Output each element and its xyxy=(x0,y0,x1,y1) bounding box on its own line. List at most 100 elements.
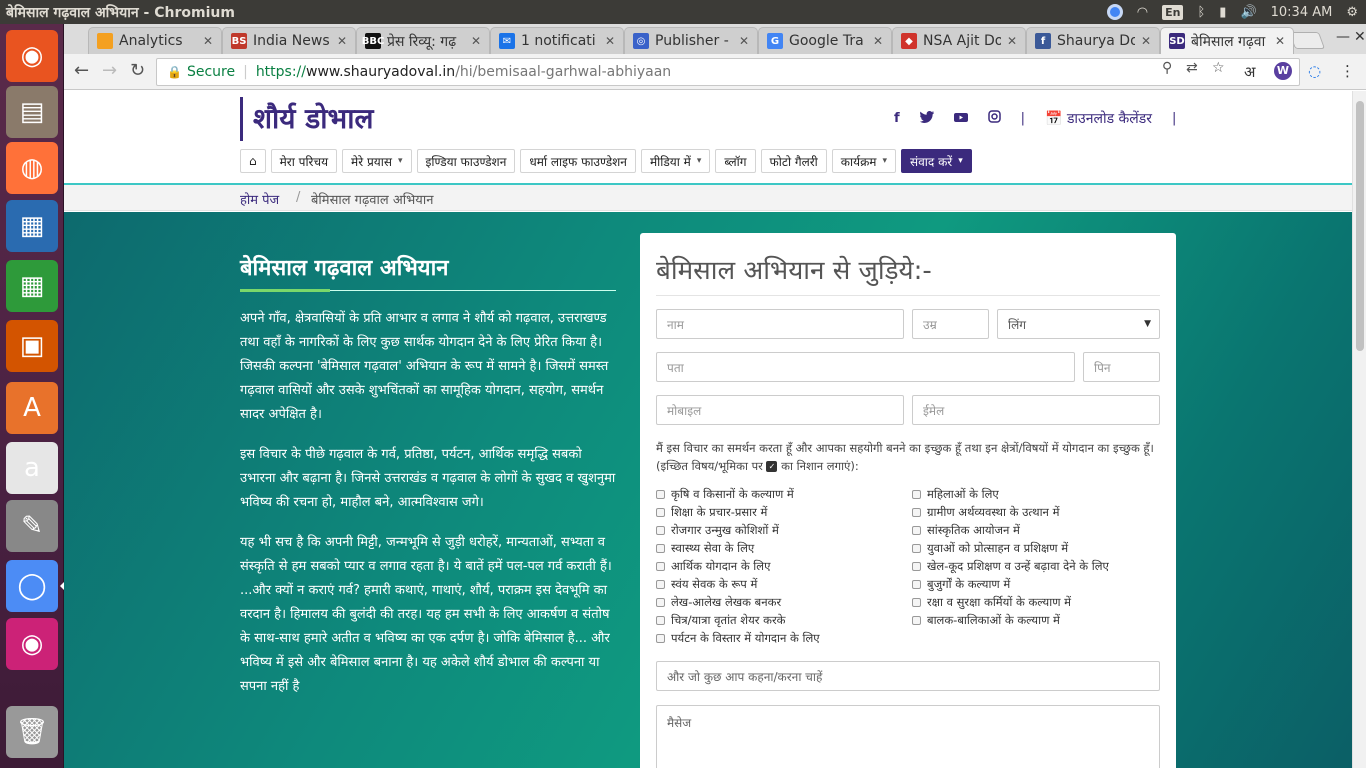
browser-tab[interactable]: Analytics ✕ xyxy=(88,27,222,54)
browser-tab[interactable]: SD बेमिसाल गढ़वा ✕ xyxy=(1160,27,1294,54)
checkbox[interactable] xyxy=(912,490,921,499)
translate-icon[interactable]: ⇄ xyxy=(1186,60,1198,76)
calc-icon[interactable]: ▦ xyxy=(6,260,58,312)
address-bar[interactable]: 🔒 Secure | https:// www.shauryadoval.in … xyxy=(156,58,1300,86)
menu-item[interactable]: ब्लॉग xyxy=(715,149,756,173)
amazon-icon[interactable]: a xyxy=(6,442,58,494)
message-textarea[interactable]: मैसेज xyxy=(656,705,1160,768)
battery-icon[interactable]: ▮ xyxy=(1219,5,1226,20)
interest-checkbox-item[interactable]: स्वास्थ्य सेवा के लिए xyxy=(656,541,754,556)
tab-close-icon[interactable]: ✕ xyxy=(873,34,883,48)
impress-icon[interactable]: ▣ xyxy=(6,320,58,372)
wifi-icon[interactable]: ◠ xyxy=(1137,5,1148,20)
volume-icon[interactable]: 🔊 xyxy=(1240,5,1256,20)
power-gear-icon[interactable]: ⚙ xyxy=(1346,5,1358,20)
browser-tab[interactable]: BBC प्रेस रिव्यू: गढ़ ✕ xyxy=(356,27,490,54)
checkbox[interactable] xyxy=(656,544,665,553)
email-field[interactable]: ईमेल xyxy=(912,395,1160,425)
checkbox[interactable] xyxy=(656,580,665,589)
bookmark-star-icon[interactable]: ☆ xyxy=(1212,60,1225,76)
youtube-icon[interactable] xyxy=(953,111,968,127)
menu-item[interactable]: संवाद करें ▾ xyxy=(901,149,972,173)
bluetooth-icon[interactable]: ᛒ xyxy=(1197,5,1205,20)
interest-checkbox-item[interactable]: सांस्कृतिक आयोजन में xyxy=(912,523,1020,538)
menu-home-button[interactable]: ⌂ xyxy=(240,149,266,173)
site-logo[interactable]: शौर्य डोभाल xyxy=(240,97,373,141)
tab-close-icon[interactable]: ✕ xyxy=(1141,34,1151,48)
menu-item[interactable]: धर्मा लाइफ फाउण्डेशन xyxy=(520,149,636,173)
tab-close-icon[interactable]: ✕ xyxy=(471,34,481,48)
interest-checkbox-item[interactable]: खेल-कूद प्रशिक्षण व उन्हें बढ़ावा देने क… xyxy=(912,559,1109,574)
browser-tab[interactable]: ✉ 1 notificati ✕ xyxy=(490,27,624,54)
suggestion-field[interactable]: और जो कुछ आप कहना/करना चाहें xyxy=(656,661,1160,691)
close-window-icon[interactable]: ✕ xyxy=(1354,29,1366,45)
browser-tab[interactable]: G Google Tra ✕ xyxy=(758,27,892,54)
interest-checkbox-item[interactable]: रक्षा व सुरक्षा कर्मियों के कल्याण में xyxy=(912,595,1071,610)
checkbox[interactable] xyxy=(656,634,665,643)
w-extension-icon[interactable]: W xyxy=(1274,62,1292,80)
interest-checkbox-item[interactable]: युवाओं को प्रोत्साहन व प्रशिक्षण में xyxy=(912,541,1068,556)
menu-item[interactable]: मेरे प्रयास ▾ xyxy=(342,149,412,173)
menu-item[interactable]: इण्डिया फाउण्डेशन xyxy=(416,149,516,173)
tab-close-icon[interactable]: ✕ xyxy=(337,34,347,48)
age-field[interactable]: उम्र xyxy=(912,309,989,339)
scrollbar-thumb[interactable] xyxy=(1356,101,1364,351)
firefox-icon[interactable]: ◍ xyxy=(6,142,58,194)
checkbox[interactable] xyxy=(656,508,665,517)
hindi-input-extension-icon[interactable]: अ xyxy=(1244,62,1255,82)
checkbox[interactable] xyxy=(912,580,921,589)
files-icon[interactable]: ▤ xyxy=(6,86,58,138)
back-arrow-icon[interactable]: ← xyxy=(74,60,89,81)
lock-icon[interactable]: 🔒 xyxy=(167,65,182,79)
minimize-icon[interactable]: — xyxy=(1336,29,1350,45)
checkbox[interactable] xyxy=(656,562,665,571)
software-center-icon[interactable]: A xyxy=(6,382,58,434)
checkbox[interactable] xyxy=(912,562,921,571)
address-field[interactable]: पता xyxy=(656,352,1075,382)
eye-app-icon[interactable]: ◉ xyxy=(6,618,58,670)
keyboard-layout-indicator[interactable]: En xyxy=(1162,4,1184,20)
name-field[interactable]: नाम xyxy=(656,309,904,339)
interest-checkbox-item[interactable]: शिक्षा के प्रचार-प्रसार में xyxy=(656,505,767,520)
menu-item[interactable]: फोटो गैलरी xyxy=(760,149,827,173)
chat-extension-icon[interactable]: ◌ xyxy=(1308,62,1321,80)
checkbox[interactable] xyxy=(656,616,665,625)
mobile-field[interactable]: मोबाइल xyxy=(656,395,904,425)
checkbox[interactable] xyxy=(912,616,921,625)
interest-checkbox-item[interactable]: स्वंय सेवक के रूप में xyxy=(656,577,757,592)
browser-tab[interactable]: ◆ NSA Ajit Do ✕ xyxy=(892,27,1026,54)
download-calendar-link[interactable]: 📅 डाउनलोड कैलेंडर xyxy=(1045,109,1152,128)
reload-icon[interactable]: ↻ xyxy=(130,60,145,81)
browser-tab[interactable]: f Shaurya Do ✕ xyxy=(1026,27,1160,54)
writer-icon[interactable]: ▦ xyxy=(6,200,58,252)
menu-item[interactable]: कार्यक्रम ▾ xyxy=(831,149,896,173)
interest-checkbox-item[interactable]: बालक-बालिकाओं के कल्याण में xyxy=(912,613,1060,628)
clock[interactable]: 10:34 AM xyxy=(1271,5,1333,20)
chromium-tray-icon[interactable] xyxy=(1106,4,1123,20)
breadcrumb-home-link[interactable]: होम पेज xyxy=(240,190,279,208)
instagram-icon[interactable] xyxy=(987,110,1001,127)
chromium-icon[interactable]: ◯ xyxy=(6,560,65,612)
interest-checkbox-item[interactable]: आर्थिक योगदान के लिए xyxy=(656,559,770,574)
tab-close-icon[interactable]: ✕ xyxy=(605,34,615,48)
interest-checkbox-item[interactable]: कृषि व किसानों के कल्याण में xyxy=(656,487,794,502)
ubuntu-dash-icon[interactable]: ◉ xyxy=(6,30,58,82)
checkbox[interactable] xyxy=(912,598,921,607)
browser-tab[interactable]: BS India News ✕ xyxy=(222,27,356,54)
settings-icon[interactable]: ✎ xyxy=(6,500,58,552)
interest-checkbox-item[interactable]: महिलाओं के लिए xyxy=(912,487,999,502)
forward-arrow-icon[interactable]: → xyxy=(102,60,117,81)
interest-checkbox-item[interactable]: ग्रामीण अर्थव्यवस्था के उत्थान में xyxy=(912,505,1059,520)
zoom-icon[interactable]: ⚲ xyxy=(1162,60,1172,76)
gender-select[interactable]: लिंग ▼ xyxy=(997,309,1160,339)
checkbox[interactable] xyxy=(912,508,921,517)
interest-checkbox-item[interactable]: बुजुर्गों के कल्याण में xyxy=(912,577,1010,592)
pin-field[interactable]: पिन xyxy=(1083,352,1160,382)
interest-checkbox-item[interactable]: रोजगार उन्मुख कोशिशों में xyxy=(656,523,779,538)
checkbox[interactable] xyxy=(912,526,921,535)
browser-tab[interactable]: ◎ Publisher - ✕ xyxy=(624,27,758,54)
interest-checkbox-item[interactable]: चित्र/यात्रा वृतांत शेयर करके xyxy=(656,613,786,628)
new-tab-button[interactable] xyxy=(1288,32,1326,49)
tab-close-icon[interactable]: ✕ xyxy=(1275,34,1285,48)
tab-close-icon[interactable]: ✕ xyxy=(739,34,749,48)
